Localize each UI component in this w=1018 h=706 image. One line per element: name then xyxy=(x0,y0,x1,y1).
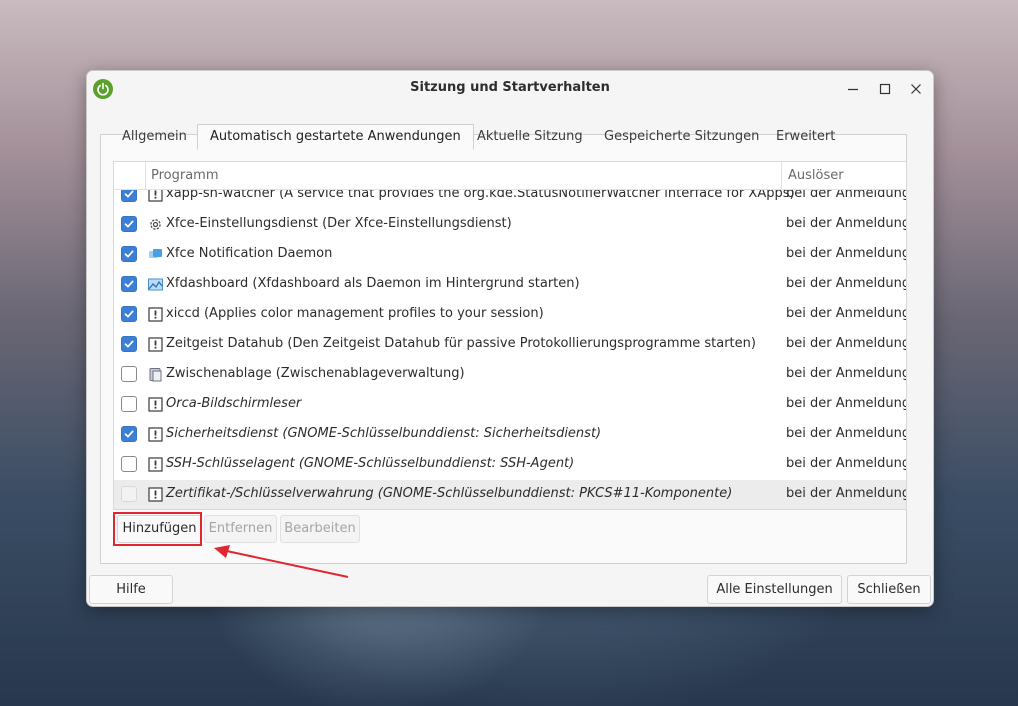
enable-checkbox[interactable] xyxy=(121,246,137,262)
list-item[interactable]: Zertifikat-/Schlüsselverwahrung (GNOME-S… xyxy=(114,480,907,509)
enable-checkbox[interactable] xyxy=(121,306,137,322)
warning-icon xyxy=(148,487,163,502)
settings-window: Sitzung und Startverhalten Allgemein Aut… xyxy=(86,70,934,607)
list-item[interactable]: Xfdashboard (Xfdashboard als Daemon im H… xyxy=(114,270,906,300)
column-header-program[interactable]: Programm xyxy=(151,168,219,183)
enable-checkbox[interactable] xyxy=(121,216,137,232)
dashboard-icon xyxy=(148,277,163,292)
enable-checkbox[interactable] xyxy=(121,486,137,502)
list-header: Programm Auslöser xyxy=(114,162,906,190)
list-item[interactable]: xiccd (Applies color management profiles… xyxy=(114,300,906,330)
trigger-label: bei der Anmeldung xyxy=(786,306,907,321)
warning-icon xyxy=(148,307,163,322)
program-label: Orca-Bildschirmleser xyxy=(166,396,302,411)
close-window-button[interactable] xyxy=(904,77,928,101)
program-label: Xfce Notification Daemon xyxy=(166,246,333,261)
clipboard-icon xyxy=(148,367,163,382)
edit-button[interactable]: Bearbeiten xyxy=(280,515,360,543)
help-button[interactable]: Hilfe xyxy=(89,575,173,604)
program-label: Zwischenablage (Zwischenablageverwaltung… xyxy=(166,366,465,381)
header-divider xyxy=(145,162,146,189)
program-label: Zertifikat-/Schlüsselverwahrung (GNOME-S… xyxy=(166,486,733,501)
list-item[interactable]: Zwischenablage (Zwischenablageverwaltung… xyxy=(114,360,906,390)
trigger-label: bei der Anmeldung xyxy=(786,456,907,471)
program-label: Xfdashboard (Xfdashboard als Daemon im H… xyxy=(166,276,580,291)
minimize-button[interactable] xyxy=(841,77,865,101)
program-label: xiccd (Applies color management profiles… xyxy=(166,306,544,321)
header-divider xyxy=(781,162,782,189)
trigger-label: bei der Anmeldung xyxy=(786,246,907,261)
trigger-label: bei der Anmeldung xyxy=(786,426,907,441)
tab-advanced[interactable]: Erweitert xyxy=(764,124,847,150)
annotation-highlight-box xyxy=(113,512,202,546)
program-label: SSH-Schlüsselagent (GNOME-Schlüsselbundd… xyxy=(166,456,575,471)
list-item[interactable]: Orca-Bildschirmleser bei der Anmeldung xyxy=(114,390,906,420)
remove-button[interactable]: Entfernen xyxy=(204,515,277,543)
warning-icon xyxy=(148,427,163,442)
gear-icon xyxy=(148,217,163,232)
tab-allgemein[interactable]: Allgemein xyxy=(110,124,199,150)
list-item[interactable]: Xfce Notification Daemon bei der Anmeldun… xyxy=(114,240,906,270)
enable-checkbox[interactable] xyxy=(121,276,137,292)
autostart-list: xapp-sn-watcher (A service that provides… xyxy=(113,161,907,510)
trigger-label: bei der Anmeldung xyxy=(786,396,907,411)
notification-icon xyxy=(148,247,163,262)
list-item[interactable]: SSH-Schlüsselagent (GNOME-Schlüsselbundd… xyxy=(114,450,906,480)
trigger-label: bei der Anmeldung xyxy=(786,216,907,231)
list-item[interactable]: Sicherheitsdienst (GNOME-Schlüsselbunddi… xyxy=(114,420,906,450)
close-button[interactable]: Schließen xyxy=(847,575,931,604)
program-label: Sicherheitsdienst (GNOME-Schlüsselbunddi… xyxy=(166,426,602,441)
warning-icon xyxy=(148,337,163,352)
maximize-button[interactable] xyxy=(873,77,897,101)
program-label: Zeitgeist Datahub (Den Zeitgeist Datahub… xyxy=(166,336,756,351)
trigger-label: bei der Anmeldung xyxy=(786,336,907,351)
tab-saved-sessions[interactable]: Gespeicherte Sitzungen xyxy=(592,124,771,150)
enable-checkbox[interactable] xyxy=(121,426,137,442)
trigger-label: bei der Anmeldung xyxy=(786,486,907,501)
annotation-arrow xyxy=(214,545,349,578)
tab-autostart[interactable]: Automatisch gestartete Anwendungen xyxy=(197,124,474,150)
program-label: Xfce-Einstellungsdienst (Der Xfce-Einste… xyxy=(166,216,512,231)
enable-checkbox[interactable] xyxy=(121,366,137,382)
all-settings-button[interactable]: Alle Einstellungen xyxy=(707,575,842,604)
warning-icon xyxy=(148,397,163,412)
column-header-trigger[interactable]: Auslöser xyxy=(788,168,844,183)
trigger-label: bei der Anmeldung xyxy=(786,366,907,381)
warning-icon xyxy=(148,457,163,472)
window-title: Sitzung und Startverhalten xyxy=(410,80,610,95)
trigger-label: bei der Anmeldung xyxy=(786,276,907,291)
list-item[interactable]: Zeitgeist Datahub (Den Zeitgeist Datahub… xyxy=(114,330,906,360)
list-item[interactable]: Xfce-Einstellungsdienst (Der Xfce-Einste… xyxy=(114,210,906,240)
enable-checkbox[interactable] xyxy=(121,396,137,412)
enable-checkbox[interactable] xyxy=(121,456,137,472)
enable-checkbox[interactable] xyxy=(121,336,137,352)
tab-current-session[interactable]: Aktuelle Sitzung xyxy=(465,124,595,150)
title-bar[interactable]: Sitzung und Startverhalten xyxy=(87,71,933,107)
